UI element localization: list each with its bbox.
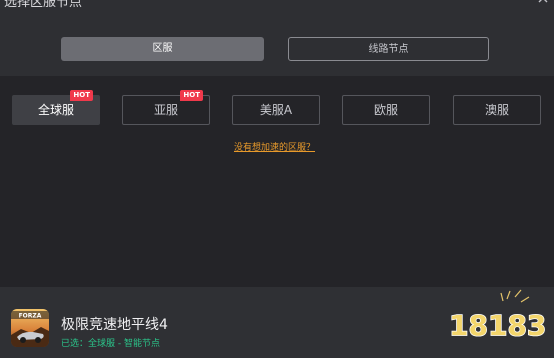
region-label: 亚服 (153, 103, 178, 117)
game-name: 极限竞速地平线4 (61, 317, 168, 333)
tab-region[interactable]: 区服 (61, 37, 264, 61)
region-label: 全球服 (37, 103, 74, 117)
region-label: 欧服 (373, 103, 398, 117)
region-label: 澳服 (484, 103, 509, 117)
game-icon-text: FORZA (19, 313, 42, 320)
dialog-title: 选择区服节点 (4, 0, 83, 10)
tab-route-node[interactable]: 线路节点 (288, 37, 489, 61)
region-option-au[interactable]: 澳服 (453, 95, 541, 125)
region-option-eu[interactable]: 欧服 (342, 95, 430, 125)
game-selection-status: 已选：全球服 - 智能节点 (61, 339, 160, 349)
region-option-us-a[interactable]: 美服A (232, 95, 320, 125)
watermark-logo: 18183 (445, 285, 547, 345)
hot-badge: HOT (180, 90, 203, 101)
close-icon-glyph (538, 0, 548, 3)
close-icon[interactable] (534, 0, 552, 8)
hot-badge: HOT (70, 90, 93, 101)
dialog-header: 选择区服节点 区服 线路节点 (0, 0, 554, 76)
region-label: 美服A (259, 103, 293, 117)
region-option-global[interactable]: 全球服 HOT (12, 90, 100, 125)
watermark-text: 18183 (449, 309, 545, 342)
game-icon: FORZA (11, 309, 49, 347)
missing-region-link[interactable]: 没有想加速的区服？ (234, 140, 315, 153)
region-select-dialog: 选择区服节点 区服 线路节点 全球服 HOT 亚服 HOT 美服A 欧服 澳服 … (0, 0, 554, 358)
region-option-asia[interactable]: 亚服 HOT (122, 90, 210, 125)
